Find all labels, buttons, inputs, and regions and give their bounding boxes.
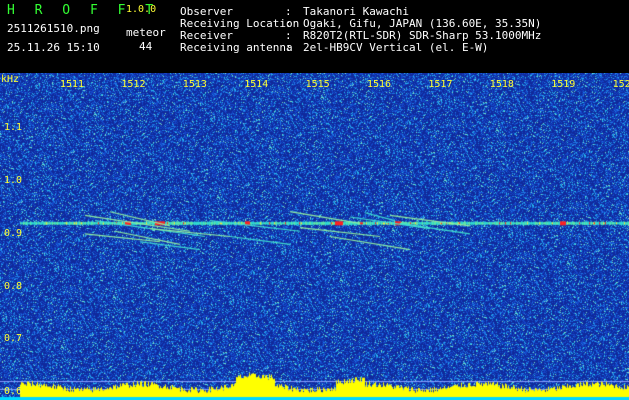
receiver-value: R820T2(RTL-SDR) SDR-Sharp 53.1000MHz bbox=[303, 29, 542, 42]
x-tick-label: 1519 bbox=[551, 79, 576, 90]
y-tick-label: 1.0 bbox=[4, 175, 23, 187]
observer-label: Observer bbox=[180, 5, 233, 18]
file-name: 2511261510.png bbox=[7, 22, 100, 35]
header-panel: H R O F F T 1.0.0 2511261510.png meteor … bbox=[0, 0, 629, 73]
antenna-label: Receiving antenna bbox=[180, 41, 293, 54]
colon: : bbox=[285, 29, 292, 42]
x-tick-label: 1516 bbox=[367, 79, 392, 90]
y-tick-label: 0.8 bbox=[4, 280, 23, 292]
x-tick-label: 1512 bbox=[121, 79, 146, 90]
x-tick-label: 1517 bbox=[428, 79, 453, 90]
location-value: Ogaki, Gifu, JAPAN (136.60E, 35.35N) bbox=[303, 17, 542, 30]
receiver-label: Receiver bbox=[180, 29, 233, 42]
antenna-value: 2el-HB9CV Vertical (el. E-W) bbox=[303, 41, 489, 54]
meteor-count: 44 bbox=[139, 40, 153, 53]
colon: : bbox=[285, 41, 292, 54]
observer-value: Takanori Kawachi bbox=[303, 5, 409, 18]
x-tick-label: 1514 bbox=[244, 79, 269, 90]
colon: : bbox=[285, 5, 292, 18]
y-tick-label: 0.9 bbox=[4, 227, 23, 239]
x-tick-label: 1511 bbox=[60, 79, 85, 90]
datetime: 25.11.26 15:10 bbox=[7, 41, 100, 54]
x-tick-label: 1520 bbox=[612, 79, 629, 90]
colon: : bbox=[285, 17, 292, 30]
x-tick-label: 1513 bbox=[182, 79, 207, 90]
y-tick-label: 1.1 bbox=[4, 122, 23, 134]
location-label: Receiving Location bbox=[180, 17, 300, 30]
y-axis-unit: kHz bbox=[1, 74, 20, 85]
spectrogram-canvas bbox=[0, 73, 629, 400]
x-tick-label: 1515 bbox=[305, 79, 330, 90]
x-tick-label: 1518 bbox=[489, 79, 514, 90]
app-version: 1.0.0 bbox=[126, 4, 157, 15]
meteor-label: meteor bbox=[126, 26, 166, 39]
y-tick-label: 0.6 bbox=[4, 386, 23, 398]
y-tick-label: 0.7 bbox=[4, 333, 23, 345]
